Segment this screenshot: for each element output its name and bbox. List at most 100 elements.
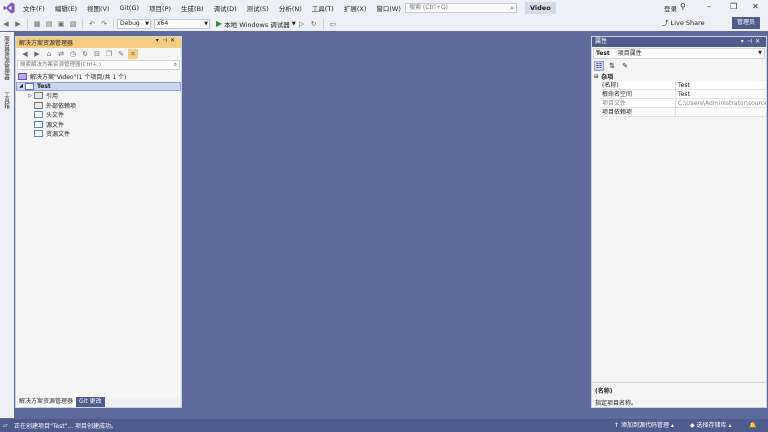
property-row[interactable]: 项目文件 C:\Users\Administrator\source: [600, 99, 766, 108]
back-icon[interactable]: ◀: [20, 49, 30, 59]
property-row[interactable]: 根命名空间 Test: [600, 90, 766, 99]
restore-button[interactable]: ❐: [730, 2, 737, 11]
tree-source-files-node[interactable]: 源文件: [16, 120, 181, 130]
menu-item[interactable]: 测试(S): [242, 3, 274, 13]
categorized-icon[interactable]: ☷: [594, 61, 604, 71]
configuration-value: Debug: [120, 19, 140, 27]
tree-item-label: 引用: [46, 93, 59, 101]
panel-buttons: ▾⊣✕: [156, 37, 178, 44]
menu-item[interactable]: Git(G): [115, 4, 145, 12]
account-icon[interactable]: ⚲: [680, 2, 686, 11]
solution-search-input[interactable]: 搜索解决方案资源管理器(Ctrl+;) ⌕: [17, 60, 180, 70]
vtab-server-explorer[interactable]: 服务器资源管理器: [2, 36, 10, 80]
properties-icon[interactable]: ✎: [116, 49, 126, 59]
status-bar: ▱ 正在创建项目"Test"... 项目创建成功。 ↑ 添加到源代码管理 ▴ ◆…: [0, 419, 768, 432]
property-pages-icon[interactable]: ✎: [620, 61, 630, 71]
add-source-control-button[interactable]: ↑ 添加到源代码管理 ▴: [614, 419, 674, 432]
collapse-icon[interactable]: ⊟: [594, 74, 598, 80]
menu-item[interactable]: 扩展(X): [339, 3, 372, 13]
pending-changes-icon[interactable]: ◷: [68, 49, 78, 59]
save-icon[interactable]: ▣: [56, 19, 66, 29]
menu-item[interactable]: 窗口(W): [371, 3, 406, 13]
references-icon: [34, 92, 43, 100]
refresh-icon[interactable]: ↻: [309, 19, 319, 29]
filter-folder-icon: [34, 120, 43, 128]
back-icon[interactable]: ◀: [1, 19, 11, 29]
property-description: (名称) 指定项目名称。: [592, 382, 766, 407]
notification-icon[interactable]: 🔔: [749, 419, 756, 432]
menu-item[interactable]: 项目(P): [144, 3, 176, 13]
menu-item[interactable]: 调试(D): [209, 3, 242, 13]
forward-icon[interactable]: ▶: [13, 19, 23, 29]
login-link[interactable]: 登录: [664, 3, 677, 13]
pin-icon[interactable]: ⊣: [747, 38, 755, 45]
alphabetical-icon[interactable]: ⇅: [607, 61, 617, 71]
property-row[interactable]: (名称) Test: [600, 81, 766, 90]
pin-icon[interactable]: ⊣: [162, 37, 170, 44]
tree-solution-node[interactable]: 解决方案"Video"(1 个项目/共 1 个): [16, 72, 181, 82]
select-repository-button[interactable]: ◆ 选择存储库 ▴: [690, 419, 732, 432]
properties-object-select[interactable]: Test 项目属性 ▼: [593, 48, 765, 59]
close-icon[interactable]: ✕: [755, 38, 763, 45]
configuration-select[interactable]: Debug ▼: [117, 18, 151, 29]
cpp-project-icon: [25, 82, 34, 90]
project-label: Test: [37, 82, 51, 90]
solution-name-badge: Video: [525, 2, 556, 14]
left-tool-tabs: 服务器资源管理器 工具箱: [0, 32, 14, 418]
menu-item[interactable]: 生成(B): [176, 3, 209, 13]
toolbar-separator: [322, 18, 324, 29]
undo-icon[interactable]: ↶: [87, 19, 97, 29]
menu-item[interactable]: 编辑(E): [50, 3, 82, 13]
vtab-toolbox[interactable]: 工具箱: [2, 92, 10, 109]
menu-item[interactable]: 工具(T): [307, 3, 339, 13]
tree-external-deps-node[interactable]: 外部依赖项: [16, 101, 181, 111]
chevron-down-icon: ▼: [204, 20, 208, 27]
home-icon[interactable]: ⌂: [44, 49, 54, 59]
status-message: 正在创建项目"Test"... 项目创建成功。: [14, 423, 117, 430]
properties-titlebar: 属性 ▾⊣✕: [592, 37, 766, 47]
menu-item[interactable]: 视图(V): [82, 3, 115, 13]
new-project-icon[interactable]: ▦: [32, 19, 42, 29]
preview-icon[interactable]: ⌗: [128, 49, 138, 59]
tree-header-files-node[interactable]: 头文件: [16, 110, 181, 120]
redo-icon[interactable]: ↷: [99, 19, 109, 29]
close-icon[interactable]: ✕: [170, 37, 178, 44]
menu-item[interactable]: 分析(N): [274, 3, 307, 13]
property-key: (名称): [600, 81, 676, 89]
sync-icon[interactable]: ↻: [80, 49, 90, 59]
tree-item-label: 外部依赖项: [46, 102, 77, 110]
minimize-button[interactable]: –: [707, 2, 711, 11]
collapsed-arrow-icon[interactable]: ▷: [26, 93, 34, 99]
tree-references-node[interactable]: ▷ 引用: [16, 91, 181, 101]
tree-resource-files-node[interactable]: 资源文件: [16, 129, 181, 139]
property-category[interactable]: ⊟ 杂项: [592, 72, 766, 82]
tree-item-label: 资源文件: [46, 131, 71, 139]
visual-studio-logo-icon: [0, 0, 18, 16]
window-layout-icon[interactable]: ▭: [328, 19, 338, 29]
tree-project-node[interactable]: ◢ Test: [16, 81, 181, 91]
open-folder-icon[interactable]: ▤: [44, 19, 54, 29]
show-all-files-icon[interactable]: ❐: [104, 49, 114, 59]
tab-git-changes[interactable]: Git 更改: [76, 397, 105, 407]
properties-title: 属性: [595, 38, 608, 45]
properties-panel: 属性 ▾⊣✕ Test 项目属性 ▼ ☷ ⇅ ✎ ⊟ 杂项 (名称) Test …: [591, 36, 767, 408]
platform-select[interactable]: x64 ▼: [154, 18, 210, 29]
forward-icon[interactable]: ▶: [32, 49, 42, 59]
start-debugging-button[interactable]: ▶ 本地 Windows 调试器 ▼: [216, 19, 296, 29]
live-share-button[interactable]: ⤴ Live Share: [662, 17, 705, 27]
tree-item-label: 头文件: [46, 112, 65, 120]
menu-item[interactable]: 文件(F): [18, 3, 50, 13]
menu-bar: 文件(F) 编辑(E) 视图(V) Git(G) 项目(P) 生成(B) 调试(D) 测试(S…: [0, 0, 768, 16]
close-button[interactable]: ✕: [752, 2, 759, 11]
run-without-debug-icon[interactable]: ▷: [297, 19, 307, 29]
switch-view-icon[interactable]: ⇄: [56, 49, 66, 59]
search-box[interactable]: 搜索 (Ctrl+Q) ⌕: [405, 3, 517, 13]
tab-solution-explorer[interactable]: 解决方案资源管理器: [16, 397, 77, 407]
solution-icon: [18, 73, 27, 81]
expanded-arrow-icon[interactable]: ◢: [17, 83, 25, 89]
object-name: Test: [596, 50, 610, 57]
run-label: 本地 Windows 调试器: [224, 20, 290, 29]
property-row[interactable]: 项目依赖项: [600, 108, 766, 117]
collapse-all-icon[interactable]: ⊟: [92, 49, 102, 59]
save-all-icon[interactable]: ▧: [68, 19, 78, 29]
